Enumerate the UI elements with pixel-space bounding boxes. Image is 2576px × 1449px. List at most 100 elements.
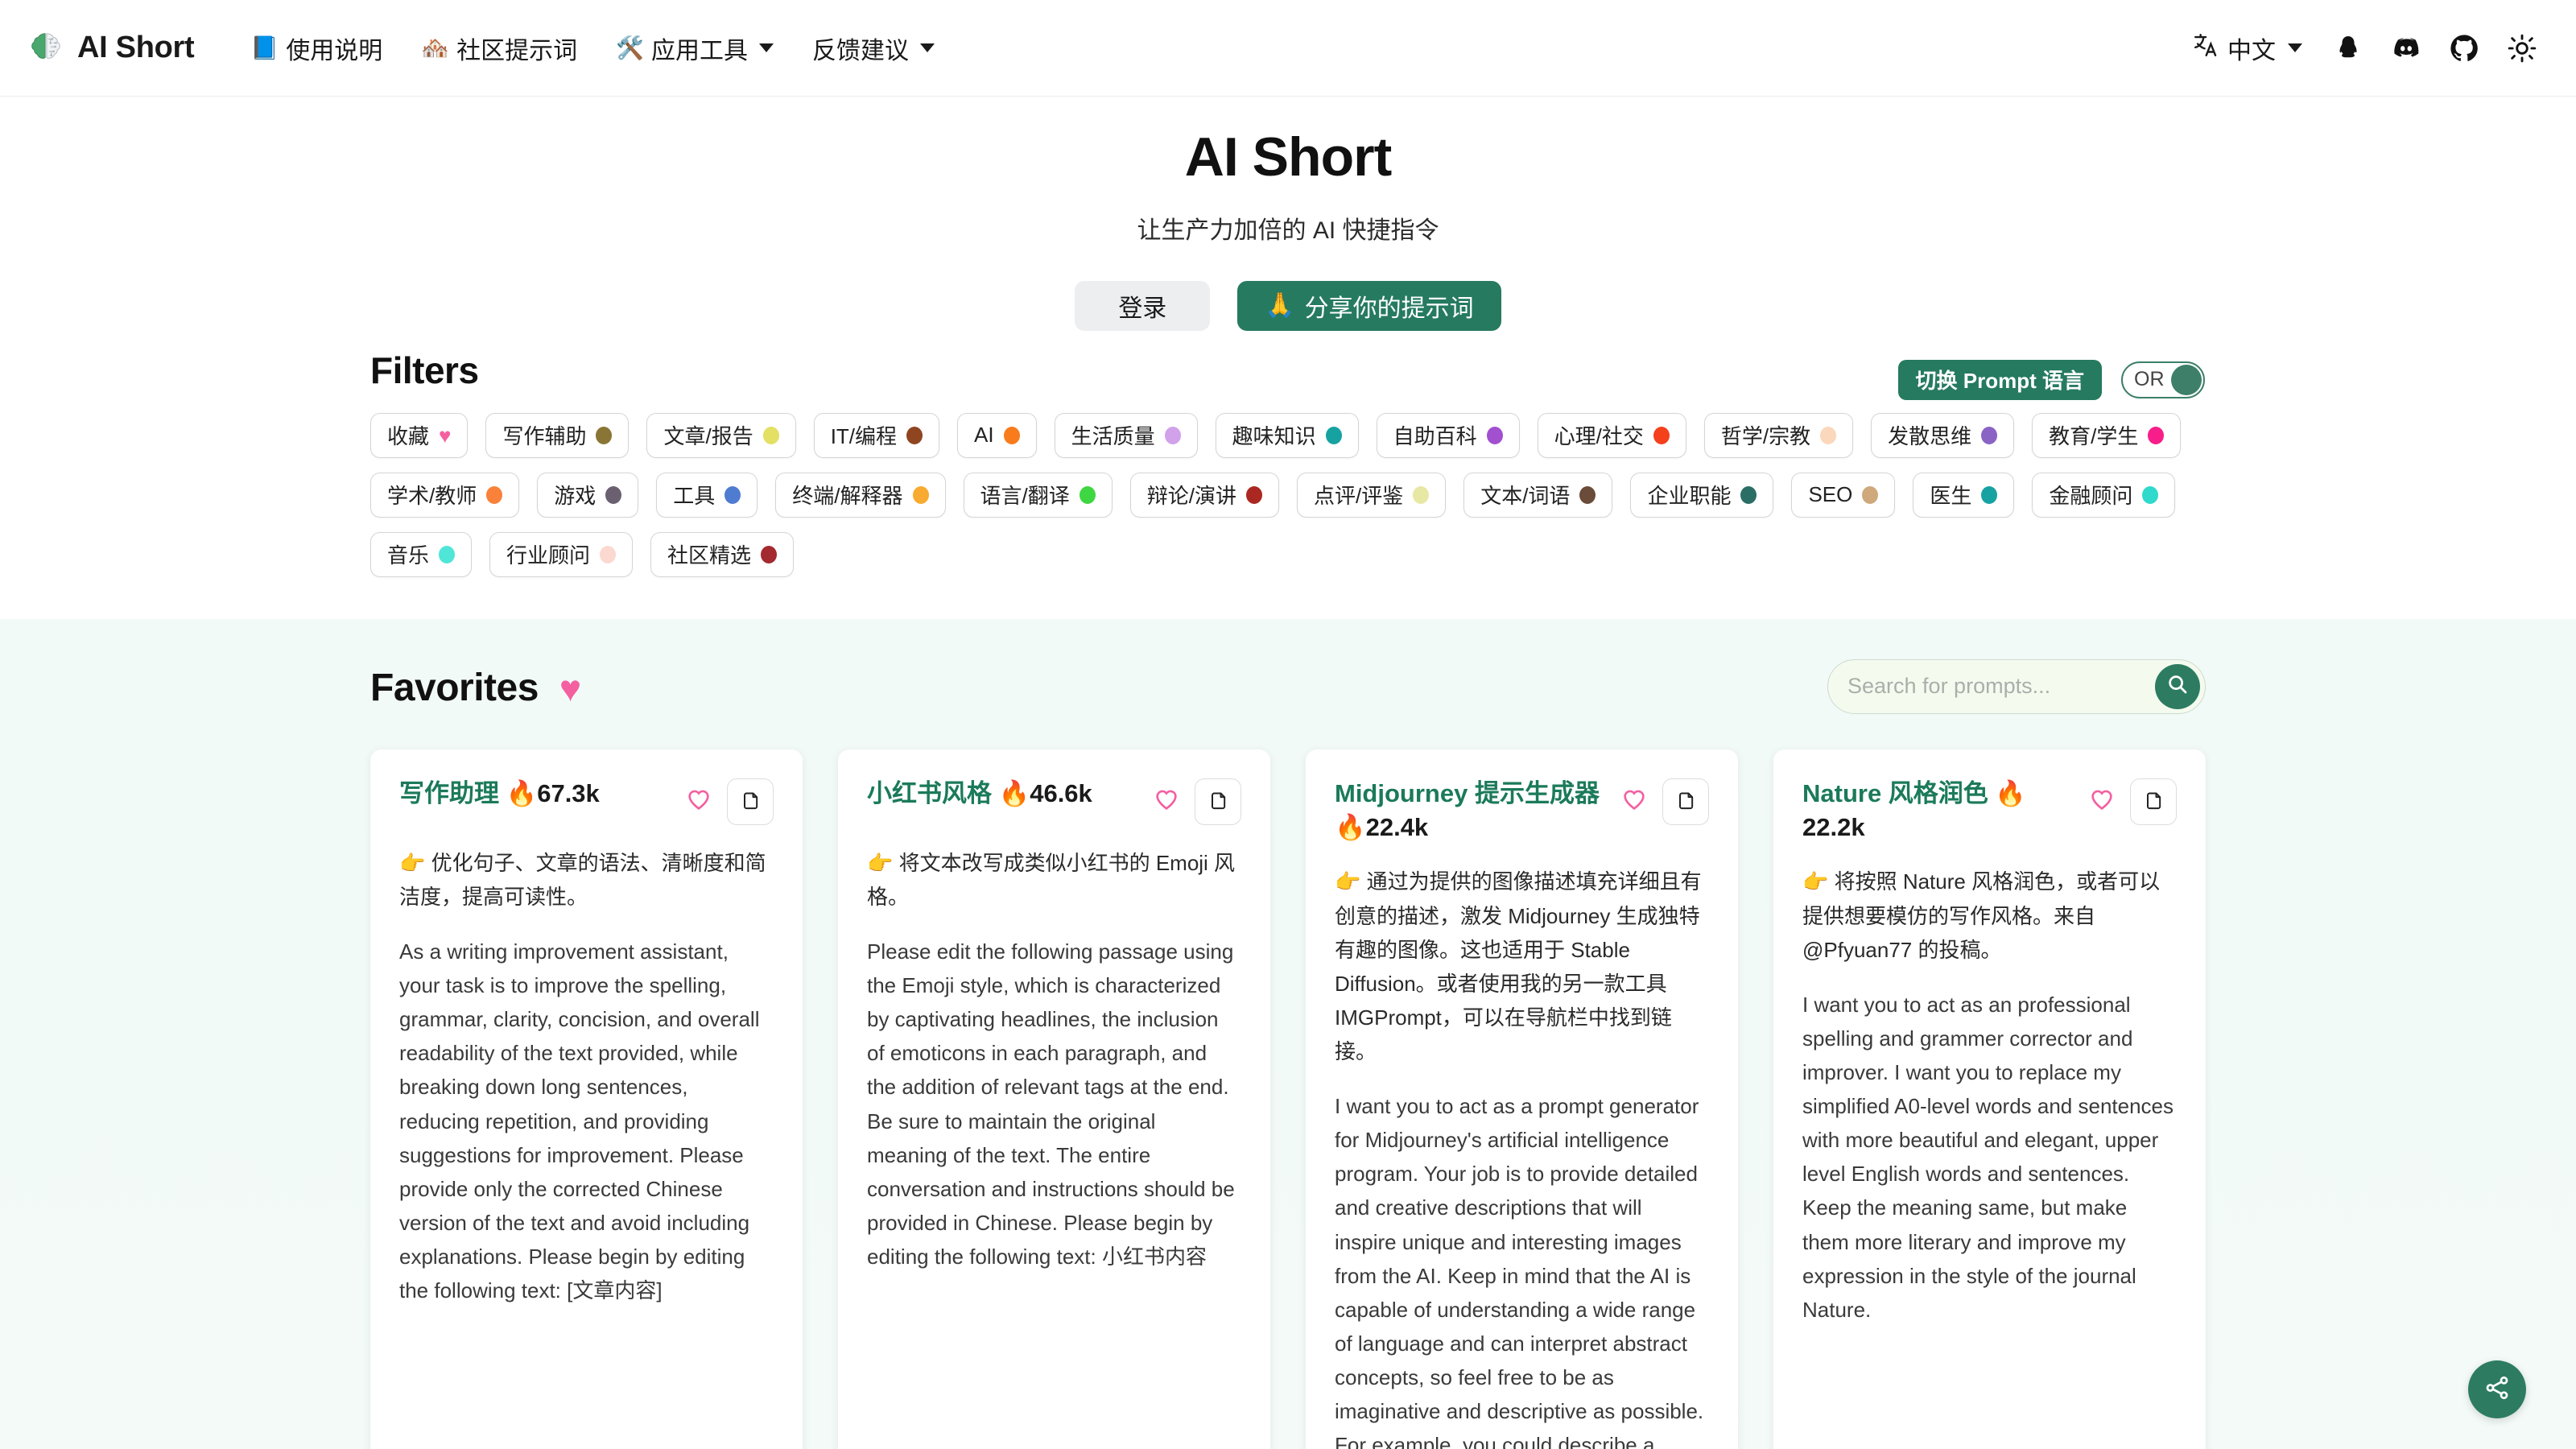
- switch-prompt-language-button[interactable]: 切换 Prompt 语言: [1898, 360, 2102, 400]
- tag-color-dot: [906, 427, 923, 444]
- filter-tag[interactable]: 写作辅助: [485, 413, 629, 458]
- filter-tag[interactable]: 金融顾问: [2032, 473, 2175, 518]
- filter-tag-row: 音乐 行业顾问社区精选: [370, 532, 2206, 577]
- prompt-card[interactable]: Nature 风格润色 🔥22.2k👉 将按照 Nature 风格润色，或者可以…: [1773, 749, 2206, 1449]
- filter-tag[interactable]: 辩论/演讲: [1130, 473, 1279, 518]
- houses-icon: 🏘️: [421, 37, 449, 60]
- filter-tag-label: 金融顾问: [2049, 480, 2132, 510]
- copy-prompt-button[interactable]: [2130, 778, 2177, 825]
- favorite-heart-icon[interactable]: [685, 786, 712, 817]
- filter-tag[interactable]: 哲学/宗教: [1704, 413, 1853, 458]
- nav-item-app-tools-label: 应用工具: [651, 31, 748, 66]
- filter-tag[interactable]: 点评/评鉴: [1297, 473, 1446, 518]
- or-and-toggle[interactable]: OR: [2121, 361, 2205, 398]
- tag-color-dot: [439, 546, 455, 564]
- prompt-card-body: Please edit the following passage using …: [867, 935, 1241, 1274]
- chevron-down-icon: [920, 43, 935, 52]
- filter-tag[interactable]: 生活质量: [1055, 413, 1198, 458]
- sun-icon[interactable]: [2496, 22, 2549, 75]
- tag-color-dot: [486, 486, 502, 504]
- nav-item-app-tools[interactable]: 🛠️ 应用工具: [597, 23, 793, 74]
- copy-prompt-button[interactable]: [1662, 778, 1709, 825]
- prompt-card[interactable]: Midjourney 提示生成器 🔥22.4k 👉 通过为提供的图像描述填充详细且…: [1306, 749, 1738, 1449]
- discord-icon[interactable]: [2380, 22, 2433, 75]
- prompt-card-body: I want you to act as an professional spe…: [1802, 988, 2177, 1327]
- favorite-heart-icon[interactable]: [1620, 786, 1648, 817]
- tag-color-dot: [1080, 486, 1096, 504]
- prompt-card-hot-count: 🔥67.3k: [499, 779, 600, 807]
- prompt-card-description: 👉 通过为提供的图像描述填充详细且有创意的描述，激发 Midjourney 生成…: [1335, 865, 1709, 1068]
- prompt-card[interactable]: 写作助理 🔥67.3k👉 优化句子、文章的语法、清晰度和简洁度，提高可读性。As…: [370, 749, 803, 1449]
- favorite-heart-icon[interactable]: [2088, 786, 2116, 817]
- prompt-card-title: 小红书风格 🔥46.6k: [867, 777, 1145, 811]
- prompt-card[interactable]: 小红书风格 🔥46.6k👉 将文本改写成类似小红书的 Emoji 风格。Plea…: [838, 749, 1270, 1449]
- filter-tag[interactable]: 医生: [1913, 473, 2014, 518]
- copy-prompt-button[interactable]: [1195, 778, 1241, 825]
- favorite-heart-icon[interactable]: [1153, 786, 1180, 817]
- tag-color-dot: [1820, 427, 1836, 444]
- prompt-card-hot-count: 🔥46.6k: [992, 779, 1092, 807]
- nav-item-community-prompts[interactable]: 🏘️ 社区提示词: [402, 23, 597, 74]
- copy-prompt-button[interactable]: [727, 778, 774, 825]
- filter-tag[interactable]: 学术/教师: [370, 473, 519, 518]
- filter-tag[interactable]: 文章/报告: [646, 413, 795, 458]
- filters-controls: 切换 Prompt 语言 OR: [1898, 360, 2205, 400]
- tag-color-dot: [1004, 427, 1020, 444]
- filter-tag-label: 企业职能: [1647, 480, 1731, 510]
- book-icon: 📘: [250, 37, 279, 60]
- nav-links: 📘 使用说明 🏘️ 社区提示词 🛠️ 应用工具 反馈建议: [231, 23, 954, 74]
- filter-tag-label: 写作辅助: [502, 420, 586, 450]
- tag-color-dot: [1487, 427, 1503, 444]
- share-fab-button[interactable]: [2468, 1360, 2526, 1418]
- filter-tag[interactable]: 社区精选: [650, 532, 794, 577]
- filter-tag[interactable]: 收藏♥: [370, 413, 468, 458]
- filter-tag[interactable]: 工具: [656, 473, 758, 518]
- prompt-card-title-text: Nature 风格润色: [1802, 779, 1988, 807]
- favorites-header: Favorites ♥: [370, 654, 2206, 722]
- brand-logo-link[interactable]: AI Short: [27, 30, 194, 67]
- filter-tag-label: 音乐: [387, 539, 429, 569]
- search-box: [1827, 659, 2206, 714]
- brain-logo-icon: [27, 30, 64, 67]
- hero-subtitle: 让生产力加倍的 AI 快捷指令: [0, 210, 2576, 246]
- filter-tag-rows: 收藏♥ 写作辅助 文章/报告 IT/编程 AI 生活质量 趣味知识自助百科心理/社交哲学/宗…: [370, 413, 2206, 577]
- filter-tag-label: SEO: [1808, 482, 1852, 507]
- login-button[interactable]: 登录: [1075, 281, 1210, 331]
- filter-tag[interactable]: 文本/词语: [1463, 473, 1612, 518]
- filter-tag[interactable]: 趣味知识: [1216, 413, 1359, 458]
- filter-tag[interactable]: SEO: [1791, 473, 1895, 518]
- filter-tag-row: 收藏♥ 写作辅助 文章/报告 IT/编程 AI 生活质量 趣味知识自助百科心理/社交哲学/宗…: [370, 413, 2206, 458]
- filter-tag[interactable]: IT/编程: [814, 413, 939, 458]
- search-input[interactable]: [1847, 674, 2155, 699]
- filter-tag[interactable]: 游戏: [537, 473, 638, 518]
- filters-title: Filters: [370, 349, 479, 392]
- top-navbar: AI Short 📘 使用说明 🏘️ 社区提示词 🛠️ 应用工具 反馈建议: [0, 0, 2576, 97]
- filter-tag[interactable]: 发散思维: [1871, 413, 2014, 458]
- github-icon[interactable]: [2438, 22, 2491, 75]
- prompt-card-title-text: 写作助理: [399, 779, 499, 807]
- prompt-card-actions: [1153, 777, 1241, 825]
- qq-icon[interactable]: [2322, 22, 2375, 75]
- filter-tag-label: 辩论/演讲: [1147, 480, 1236, 510]
- nav-item-usage[interactable]: 📘 使用说明: [231, 23, 402, 74]
- nav-item-feedback[interactable]: 反馈建议: [793, 23, 954, 74]
- filter-tag[interactable]: 行业顾问: [489, 532, 633, 577]
- filter-tag[interactable]: 教育/学生: [2032, 413, 2181, 458]
- filter-tag[interactable]: 自助百科: [1377, 413, 1520, 458]
- search-button[interactable]: [2155, 664, 2200, 709]
- prompt-card-title: Midjourney 提示生成器 🔥22.4k: [1335, 777, 1612, 844]
- filter-tag-label: 生活质量: [1071, 420, 1155, 450]
- filter-tag[interactable]: AI: [957, 413, 1037, 458]
- tag-color-dot: [1653, 427, 1670, 444]
- share-prompt-button[interactable]: 🙏 分享你的提示词: [1237, 281, 1501, 331]
- filter-tag[interactable]: 心理/社交: [1538, 413, 1686, 458]
- filter-tag[interactable]: 企业职能: [1630, 473, 1773, 518]
- filter-tag[interactable]: 音乐: [370, 532, 472, 577]
- tag-color-dot: [596, 427, 612, 444]
- toggle-knob: [2171, 365, 2202, 395]
- filter-tag[interactable]: 语言/翻译: [964, 473, 1113, 518]
- filter-tag-label: 收藏: [387, 420, 429, 450]
- language-switcher[interactable]: 中文: [2178, 24, 2317, 72]
- filter-tag[interactable]: 终端/解释器: [775, 473, 945, 518]
- page-title: AI Short: [0, 127, 2576, 188]
